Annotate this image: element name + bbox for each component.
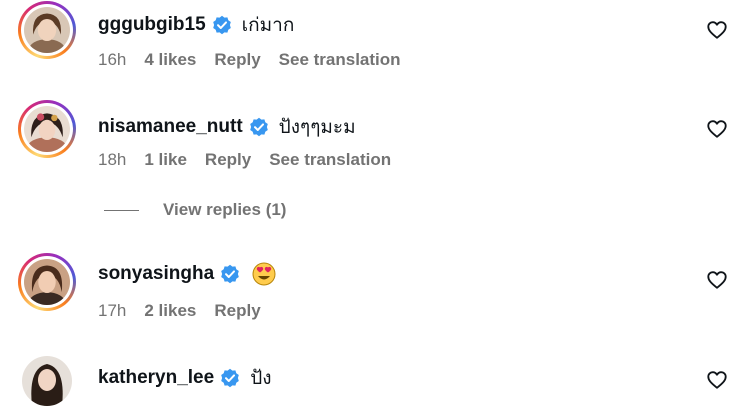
see-translation-button[interactable]: See translation: [279, 50, 401, 70]
view-replies-button[interactable]: View replies (1): [104, 200, 286, 220]
comment-text: ปังๆๆมะม: [278, 117, 356, 138]
username[interactable]: gggubgib15: [98, 14, 206, 36]
see-translation-button[interactable]: See translation: [269, 150, 391, 170]
likes-count[interactable]: 4 likes: [144, 50, 196, 70]
reply-button[interactable]: Reply: [214, 50, 260, 70]
like-heart-icon[interactable]: [706, 369, 728, 391]
like-heart-icon[interactable]: [706, 269, 728, 291]
likes-count[interactable]: 2 likes: [144, 301, 196, 321]
replies-divider: [104, 209, 139, 211]
comment-time[interactable]: 17h: [98, 301, 126, 321]
avatar[interactable]: [22, 356, 72, 406]
username[interactable]: sonyasingha: [98, 263, 214, 285]
avatar[interactable]: [18, 1, 76, 62]
verified-badge-icon: [249, 117, 268, 137]
verified-badge-icon: [212, 15, 231, 35]
avatar[interactable]: [18, 253, 76, 315]
comment-text: เก่มาก: [241, 15, 295, 36]
avatar-image: [24, 106, 70, 160]
heart-eyes-emoji-icon: [252, 262, 276, 286]
like-heart-icon[interactable]: [706, 118, 728, 140]
avatar-image: [24, 259, 70, 315]
reply-button[interactable]: Reply: [205, 150, 251, 170]
username[interactable]: katheryn_lee: [98, 367, 214, 389]
reply-button[interactable]: Reply: [214, 301, 260, 321]
comment-time[interactable]: 18h: [98, 150, 126, 170]
verified-badge-icon: [221, 368, 239, 388]
avatar-image: [22, 356, 72, 406]
like-heart-icon[interactable]: [706, 19, 728, 41]
comment-text: ปัง: [250, 368, 272, 389]
avatar-image: [24, 7, 70, 62]
username[interactable]: nisamanee_nutt: [98, 116, 243, 138]
view-replies-label: View replies (1): [163, 200, 287, 219]
comment-time[interactable]: 16h: [98, 50, 126, 70]
verified-badge-icon: [221, 264, 239, 284]
avatar[interactable]: [18, 100, 76, 160]
likes-count[interactable]: 1 like: [144, 150, 187, 170]
